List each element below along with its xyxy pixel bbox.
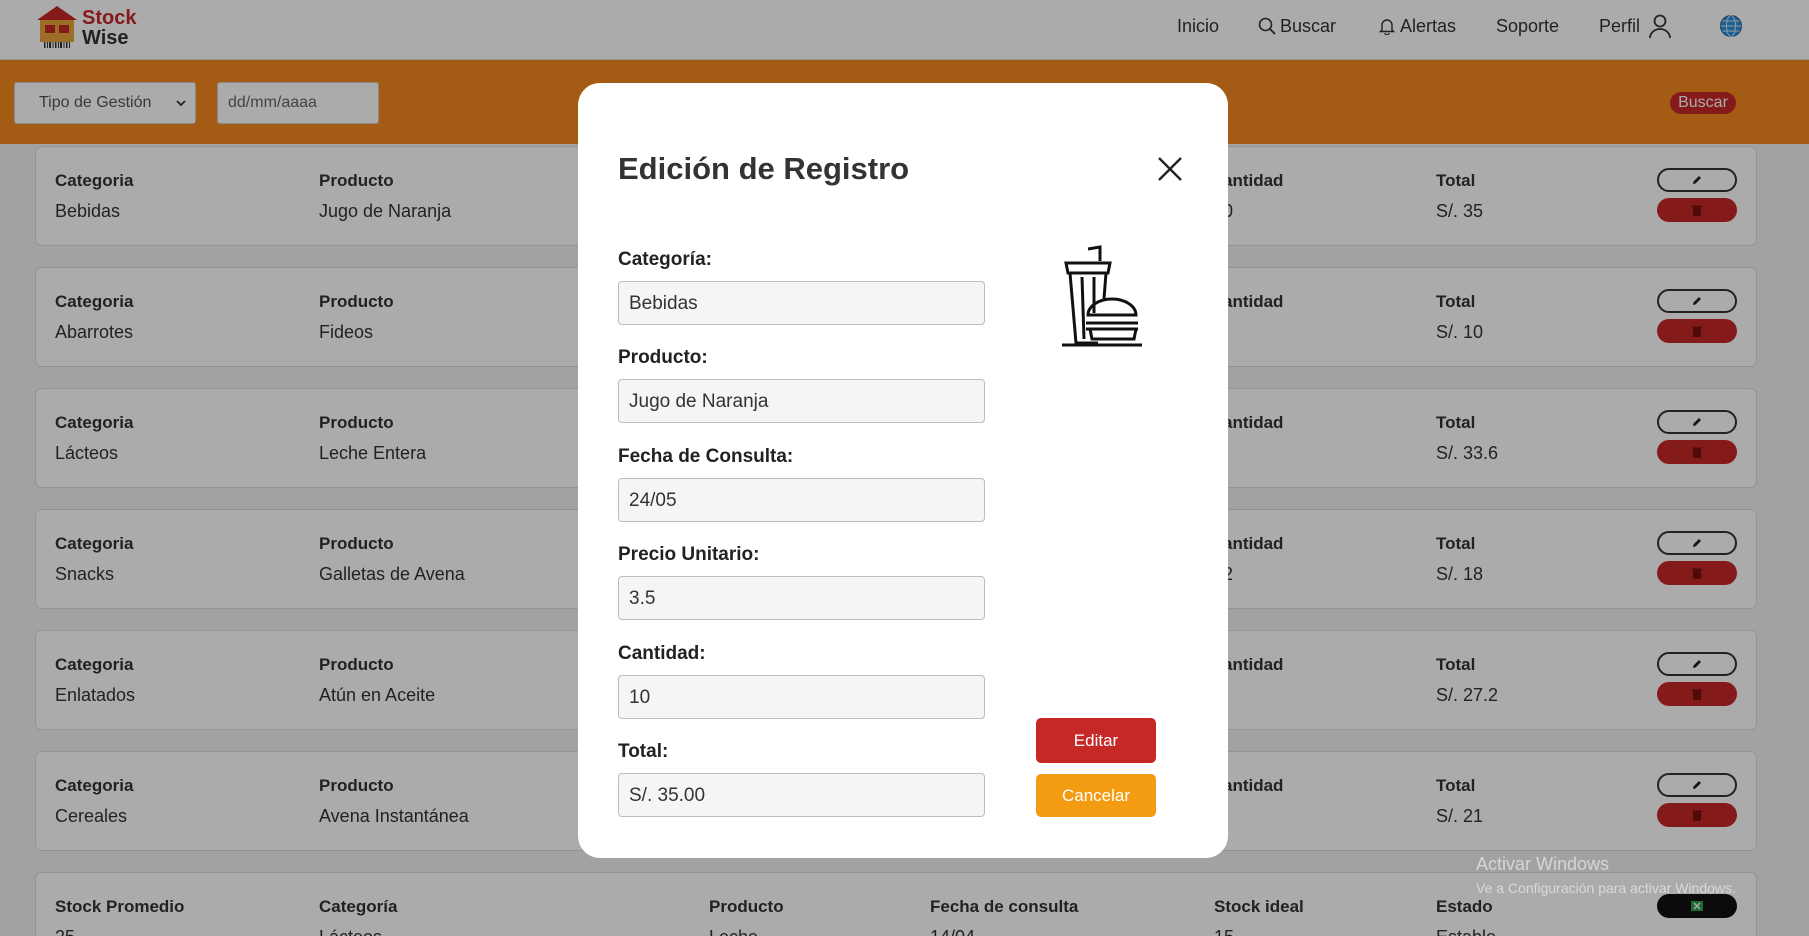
total-label: Total: xyxy=(618,741,669,762)
cantidad-field[interactable]: 10 xyxy=(618,675,985,719)
producto-field[interactable]: Jugo de Naranja xyxy=(618,379,985,423)
categoria-field[interactable]: Bebidas xyxy=(618,281,985,325)
producto-label: Producto: xyxy=(618,347,708,368)
edit-record-modal: Edición de Registro Categoría: Bebidas P… xyxy=(578,83,1228,858)
cantidad-label: Cantidad: xyxy=(618,643,706,664)
close-icon[interactable] xyxy=(1156,155,1184,183)
fast-food-icon xyxy=(1062,245,1142,347)
precio-unitario-label: Precio Unitario: xyxy=(618,544,760,565)
cancelar-button[interactable]: Cancelar xyxy=(1036,774,1156,817)
categoria-label: Categoría: xyxy=(618,249,712,270)
precio-unitario-field[interactable]: 3.5 xyxy=(618,576,985,620)
windows-activation-title: Activar Windows xyxy=(1476,854,1610,874)
modal-title: Edición de Registro xyxy=(618,151,910,186)
fecha-consulta-label: Fecha de Consulta: xyxy=(618,446,794,467)
total-field[interactable]: S/. 35.00 xyxy=(618,773,985,817)
editar-button[interactable]: Editar xyxy=(1036,718,1156,763)
windows-activation-subtitle: Ve a Configuración para activar Windows. xyxy=(1476,880,1736,896)
fecha-consulta-field[interactable]: 24/05 xyxy=(618,478,985,522)
